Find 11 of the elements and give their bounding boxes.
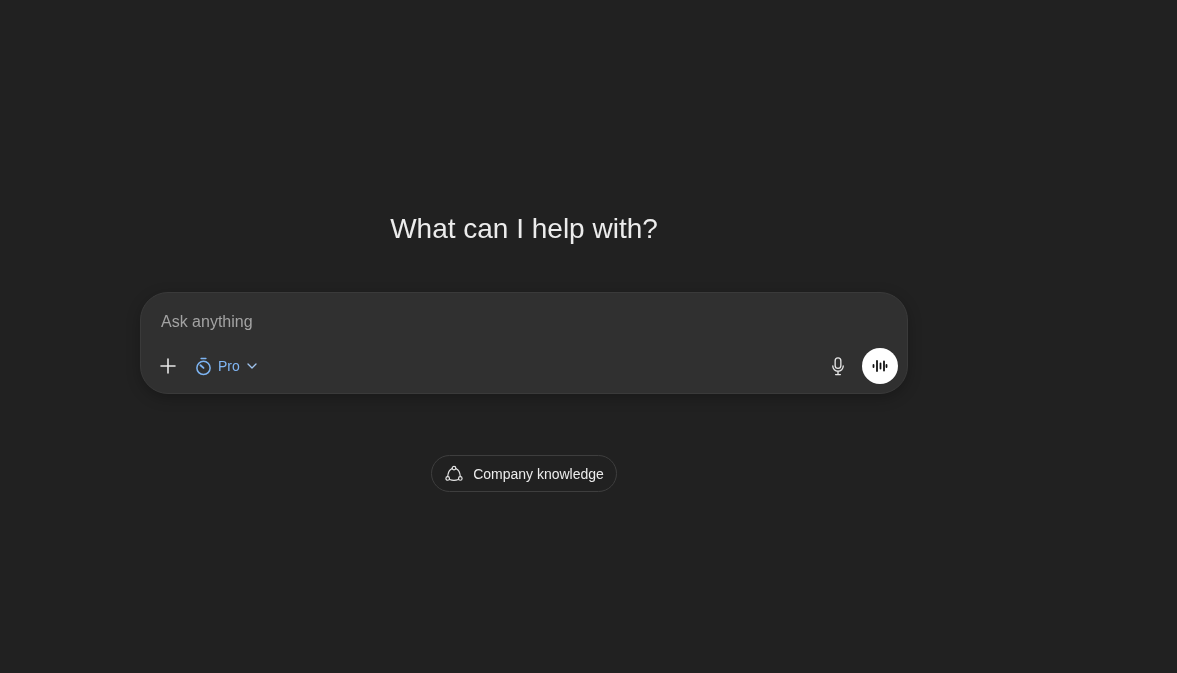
voice-mode-button[interactable] (862, 348, 898, 384)
page-heading: What can I help with? (390, 212, 658, 246)
sound-wave-icon (872, 359, 888, 373)
message-input[interactable]: Ask anything (161, 307, 888, 337)
connected-nodes-icon (445, 465, 464, 482)
message-composer[interactable]: Ask anything Pro (140, 292, 908, 394)
model-selector[interactable]: Pro (190, 352, 262, 380)
microphone-icon (831, 356, 845, 376)
chevron-down-icon (246, 363, 257, 369)
plus-icon (160, 358, 176, 374)
stopwatch-icon (195, 356, 212, 376)
